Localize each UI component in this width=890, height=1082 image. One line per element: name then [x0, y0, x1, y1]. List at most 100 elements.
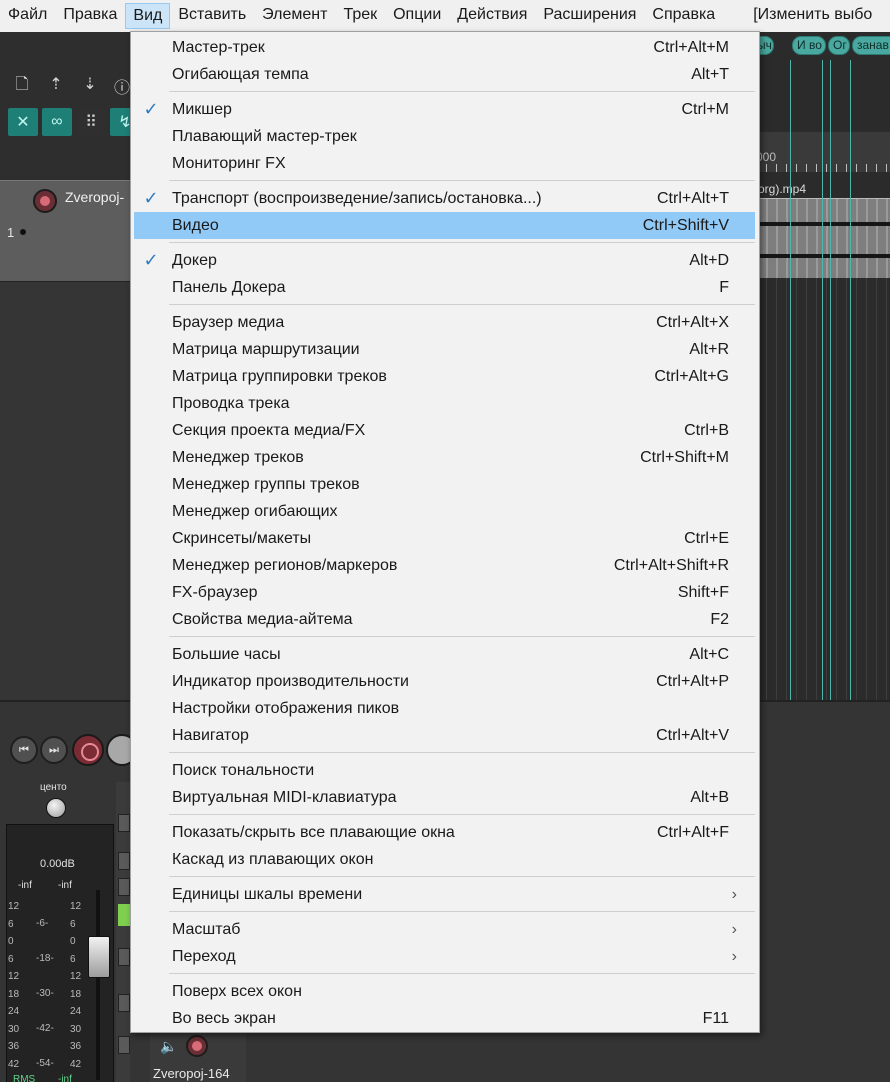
menu-item-media-item-properties[interactable]: Свойства медиа-айтема F2 [134, 606, 755, 633]
record-arm-button[interactable] [33, 189, 57, 213]
menu-item-virtual-midi-keyboard[interactable]: Виртуальная MIDI-клавиатура Alt+B [134, 784, 755, 811]
menu-item-zoom[interactable]: Масштаб › [134, 916, 755, 943]
grid-icon[interactable]: ⠿ [76, 108, 106, 136]
info-icon[interactable]: ⓘ [112, 76, 132, 97]
menu-item-routing-matrix[interactable]: Матрица маршрутизации Alt+R [134, 336, 755, 363]
menu-item-media-browser[interactable]: Браузер медиа Ctrl+Alt+X [134, 309, 755, 336]
link-icon[interactable]: ∞ [42, 108, 72, 136]
menu-item-mixer[interactable]: ✓ Микшер Ctrl+M [134, 96, 755, 123]
menu-item-peaks-display[interactable]: Настройки отображения пиков [134, 695, 755, 722]
menu-item-project-bay[interactable]: Секция проекта медиа/FX Ctrl+B [134, 417, 755, 444]
menu-edit-selection[interactable]: [Изменить выбо [745, 3, 880, 29]
menu-item-timebase-units[interactable]: Единицы шкалы времени › [134, 881, 755, 908]
strip-button[interactable] [118, 814, 130, 832]
skip-forward-icon[interactable]: ⏭ [40, 736, 68, 764]
crossfade-icon[interactable]: ✕ [8, 108, 38, 136]
menu-item-monitoring-fx[interactable]: Мониторинг FX [134, 150, 755, 177]
menu-item-tempo-envelope[interactable]: Огибающая темпа Alt+T [134, 61, 755, 88]
menu-item-screensets[interactable]: Скринсеты/макеты Ctrl+E [134, 525, 755, 552]
menu-separator [131, 908, 759, 916]
main-toolbar: 🗋 ⇡ ⇣ ⓘ ✕ ∞ ⠿ ↯ [0, 32, 140, 182]
region-pill[interactable]: Ог [828, 36, 850, 55]
menu-item-cascade-windows[interactable]: Каскад из плавающих окон [134, 846, 755, 873]
menu-insert[interactable]: Вставить [170, 3, 254, 29]
menu-view[interactable]: Вид [125, 3, 171, 29]
shortcut: Alt+B [690, 789, 729, 806]
menu-separator [131, 177, 759, 185]
media-item-label: org).mp4 [758, 182, 807, 196]
marker-line [790, 60, 791, 700]
new-file-icon[interactable]: 🗋 [12, 76, 32, 96]
menu-item-envelope-manager[interactable]: Менеджер огибающих [134, 498, 755, 525]
menu-separator [131, 88, 759, 96]
shortcut: Alt+D [689, 252, 729, 269]
menu-item-docker-panel[interactable]: Панель Докера F [134, 274, 755, 301]
download-icon[interactable]: ⇣ [80, 74, 100, 94]
menu-separator [131, 239, 759, 247]
menu-item-always-on-top[interactable]: Поверх всех окон [134, 978, 755, 1005]
volume-fader[interactable] [88, 936, 110, 978]
strip-button[interactable] [118, 948, 130, 966]
menu-item-master-track[interactable]: Мастер-трек Ctrl+Alt+M [134, 34, 755, 61]
submenu-arrow-icon: › [731, 948, 737, 965]
skip-back-icon[interactable]: ⏮ [10, 736, 38, 764]
shortcut: F [719, 279, 729, 296]
speaker-icon[interactable]: 🔈 [160, 1038, 177, 1055]
region-pill[interactable]: И во [792, 36, 826, 55]
upload-icon[interactable]: ⇡ [46, 74, 66, 94]
menu-item-video[interactable]: Видео Ctrl+Shift+V [134, 212, 755, 239]
menu-item-region-marker-manager[interactable]: Менеджер регионов/маркеров Ctrl+Alt+Shift… [134, 552, 755, 579]
menu-edit[interactable]: Правка [55, 3, 125, 29]
menu-item-performance-meter[interactable]: Индикатор производительности Ctrl+Alt+P [134, 668, 755, 695]
menu-item-toggle-floating-windows[interactable]: Показать/скрыть все плавающие окна Ctrl+A… [134, 819, 755, 846]
input-indicator [118, 904, 130, 926]
shortcut: F11 [702, 1010, 729, 1027]
menu-extensions[interactable]: Расширения [535, 3, 644, 29]
menu-item-fullscreen[interactable]: Во весь экран F11 [134, 1005, 755, 1032]
menu-item-track-manager[interactable]: Менеджер треков Ctrl+Shift+M [134, 444, 755, 471]
region-pill[interactable]: занав [852, 36, 890, 55]
menu-item-navigate[interactable]: Переход › [134, 943, 755, 970]
shortcut: Ctrl+E [684, 530, 729, 547]
pan-knob[interactable] [46, 798, 66, 818]
menu-help[interactable]: Справка [644, 3, 723, 29]
checkmark-icon: ✓ [143, 250, 159, 270]
menu-item-grouping-matrix[interactable]: Матрица группировки треков Ctrl+Alt+G [134, 363, 755, 390]
region-lane[interactable]: ыч И во Ог занав [752, 32, 890, 60]
menu-item-docker[interactable]: ✓ Докер Alt+D [134, 247, 755, 274]
marker-line [850, 60, 851, 700]
pan-label: центо [40, 782, 67, 793]
channel-record-arm-button[interactable] [186, 1035, 208, 1057]
record-button[interactable] [72, 734, 104, 766]
track-header[interactable]: Zveropoj- 1 [0, 180, 140, 282]
media-item[interactable] [756, 198, 890, 278]
menu-options[interactable]: Опции [385, 3, 449, 29]
menu-item-fx-browser[interactable]: FX-браузер Shift+F [134, 579, 755, 606]
menu-item-transport[interactable]: ✓ Транспорт (воспроизведение/запись/остан… [134, 185, 755, 212]
shortcut: Alt+T [691, 66, 729, 83]
strip-button[interactable] [118, 994, 130, 1012]
menu-item-key-finder[interactable]: Поиск тональности [134, 757, 755, 784]
shortcut: Shift+F [677, 584, 729, 601]
menu-bar: Файл Правка Вид Вставить Элемент Трек Оп… [0, 0, 890, 32]
menu-item[interactable]: Элемент [254, 3, 335, 29]
arrange-view[interactable]: ыч И во Ог занав 000 org).mp4 [752, 32, 890, 700]
shortcut: Ctrl+B [684, 422, 729, 439]
menu-separator [131, 749, 759, 757]
menu-separator [131, 301, 759, 309]
menu-item-big-clock[interactable]: Большие часы Alt+C [134, 641, 755, 668]
menu-file[interactable]: Файл [0, 3, 55, 29]
strip-button[interactable] [118, 1036, 130, 1054]
menu-track[interactable]: Трек [335, 3, 385, 29]
menu-actions[interactable]: Действия [449, 3, 535, 29]
menu-item-navigator[interactable]: Навигатор Ctrl+Alt+V [134, 722, 755, 749]
shortcut: Ctrl+Alt+X [656, 314, 729, 331]
timeline-ruler[interactable]: 000 [756, 132, 890, 172]
menu-item-track-wiring[interactable]: Проводка трека [134, 390, 755, 417]
strip-button[interactable] [118, 852, 130, 870]
menu-item-floating-master[interactable]: Плавающий мастер-трек [134, 123, 755, 150]
marker-line [822, 60, 823, 700]
shortcut: Ctrl+Alt+Shift+R [613, 557, 729, 574]
strip-button[interactable] [118, 878, 130, 896]
menu-item-track-group-manager[interactable]: Менеджер группы треков [134, 471, 755, 498]
